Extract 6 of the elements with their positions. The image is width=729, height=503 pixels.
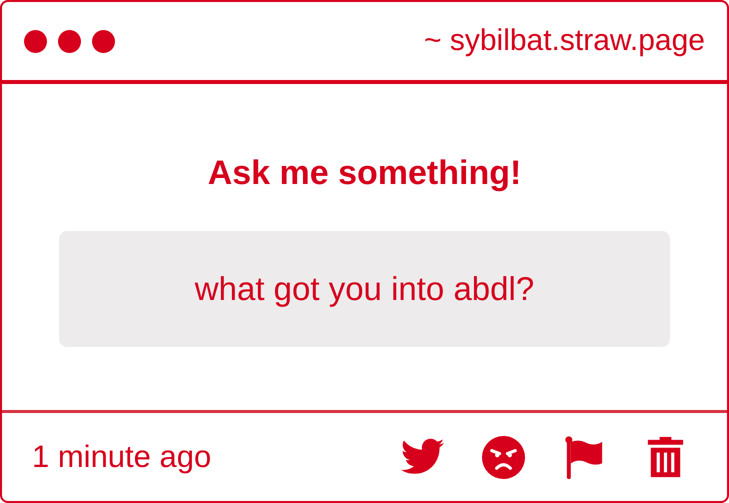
angry-face-icon[interactable] [480,434,527,480]
page-address: ~ sybilbat.straw.page [424,24,705,58]
window-dots-icon [24,30,115,52]
prompt-heading: Ask me something! [208,154,522,193]
question-text: what got you into abdl? [194,270,534,308]
timestamp: 1 minute ago [32,439,212,475]
